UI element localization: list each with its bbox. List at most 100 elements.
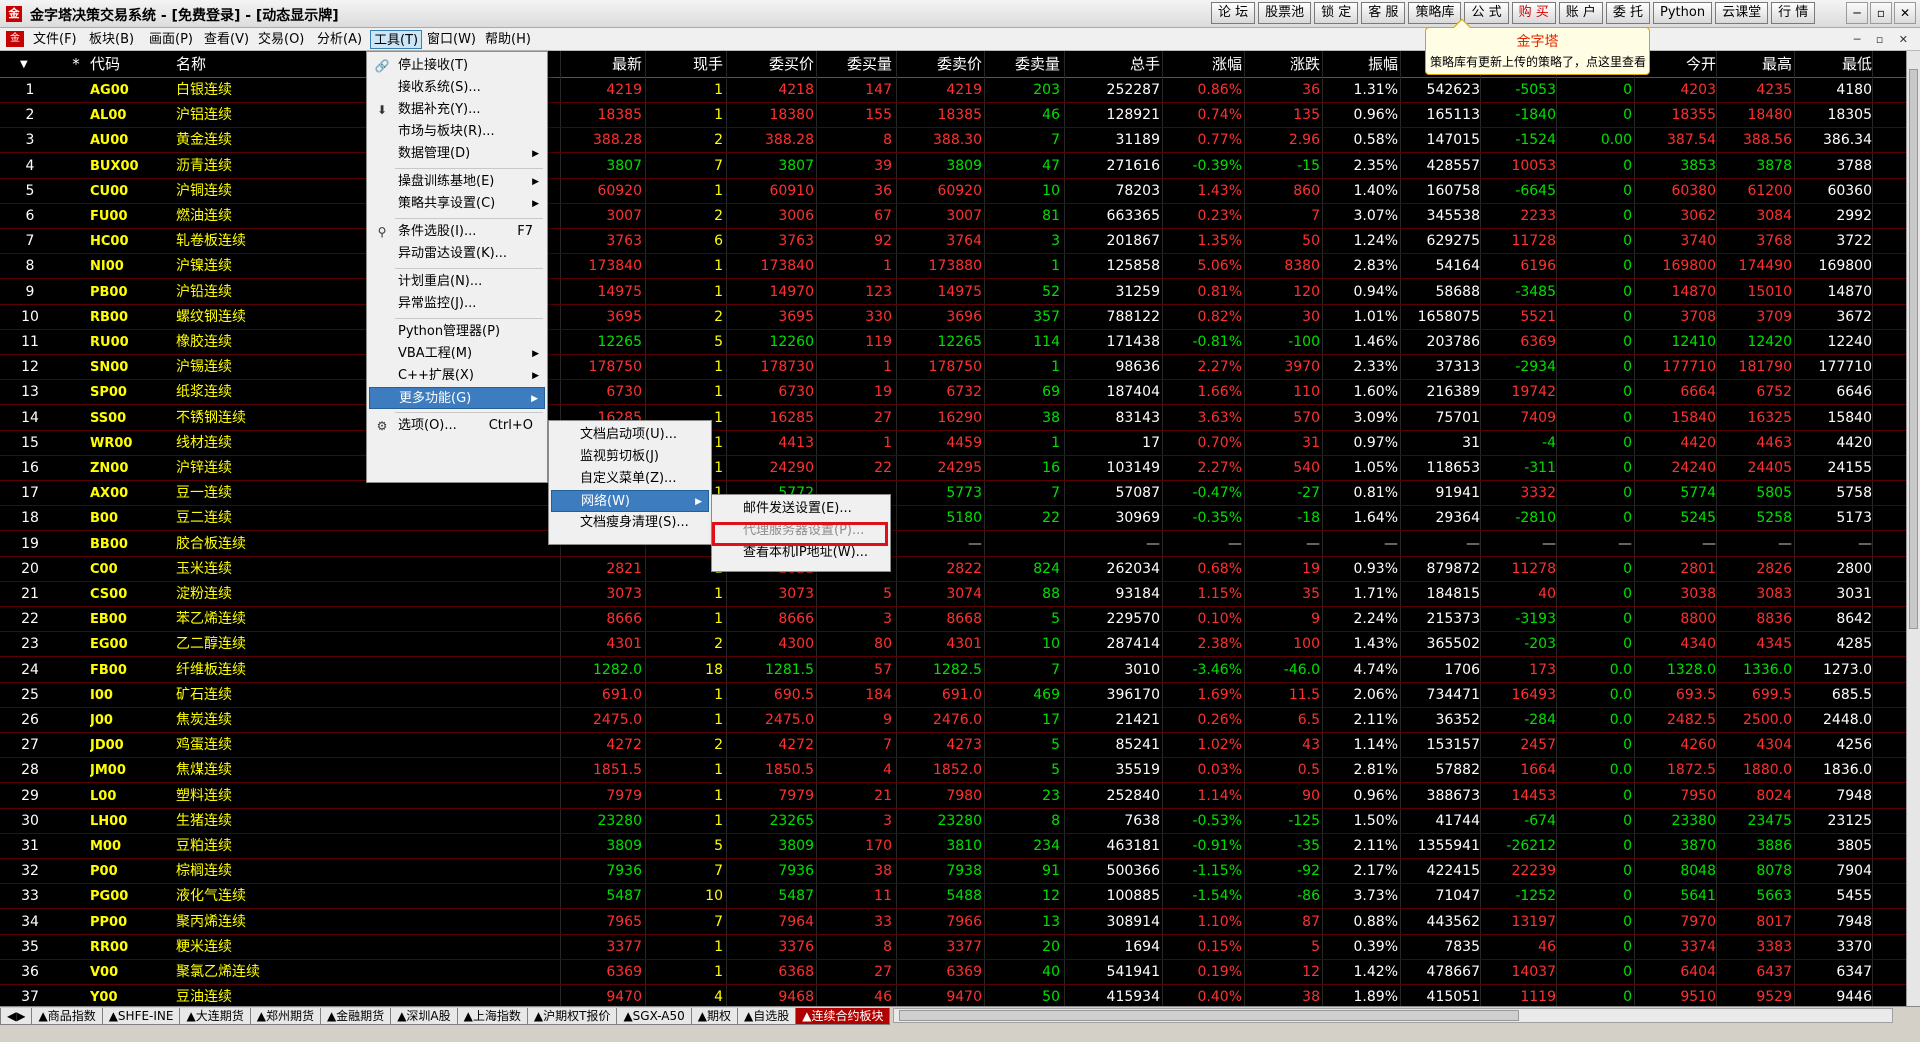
table-row[interactable]: 18B00豆二连续51801518051802230969-0.35%-181.… — [0, 506, 1906, 532]
sort-arrow-icon[interactable]: ▼ — [20, 51, 40, 78]
table-row[interactable]: 34 PP00 聚丙烯连续 7965 7 7964 33 7966 13 308914 1.10% 8… — [0, 910, 1906, 935]
table-row[interactable]: 20C00玉米连续28211282128228242620340.68%190.… — [0, 557, 1906, 582]
tab-nav-arrows[interactable]: ◀▶ — [0, 1007, 33, 1025]
menu-item[interactable]: 文档启动项(U)... — [551, 424, 709, 446]
sheet-tab[interactable]: ▲沪期权T报价 — [526, 1007, 618, 1025]
menu-item[interactable]: 异动雷达设置(K)... — [369, 243, 545, 265]
table-row[interactable]: 36 V00 聚氯乙烯连续 6369 1 6368 27 6369 40 541941 0.19% 1… — [0, 960, 1906, 985]
table-row[interactable]: 5 CU00 沪铜连续 60920 1 60910 36 60920 10 78203 1.43% 8… — [0, 179, 1906, 204]
menu-item[interactable]: 异常监控(J)... — [369, 293, 545, 315]
menu-item[interactable]: 操盘训练基地(E) ▶ — [369, 171, 545, 193]
menu-7[interactable]: 工具(T) — [370, 30, 423, 49]
table-row[interactable]: 10 RB00 螺纹钢连续 3695 2 3695 330 3696 357 788122 0.82… — [0, 305, 1906, 330]
menu-3[interactable]: 画面(P) — [146, 30, 196, 49]
toolbar-button[interactable]: 股票池 — [1258, 2, 1312, 24]
table-row[interactable]: 19BB00胶合板连续————————————— — [0, 532, 1906, 557]
toolbar-button[interactable]: 客 服 — [1361, 2, 1406, 24]
menu-item[interactable]: 条件选股(I)... ⚲ F7 — [369, 221, 545, 243]
close-icon[interactable]: ✕ — [1894, 2, 1916, 24]
sheet-tab[interactable]: ▲郑州期货 — [249, 1007, 321, 1025]
column-header[interactable]: 委卖价 — [896, 51, 982, 78]
table-row[interactable]: 11 RU00 橡胶连续 12265 5 12260 119 12265 114 171438 -0… — [0, 330, 1906, 355]
menu-item[interactable]: 接收系统(S)... — [369, 77, 545, 99]
sheet-tab[interactable]: ▲商品指数 — [31, 1007, 103, 1025]
horizontal-scrollbar[interactable] — [893, 1008, 1893, 1023]
toolbar-button[interactable]: 公 式 — [1464, 2, 1509, 24]
menu-item[interactable]: VBA工程(M) ▶ — [369, 343, 545, 365]
table-row[interactable]: 15WR00线材连续441314413144591170.70%310.97%3… — [0, 431, 1906, 456]
table-row[interactable]: 23 EG00 乙二醇连续 4301 2 4300 80 4301 10 287414 2.38% 1… — [0, 632, 1906, 658]
table-row[interactable]: 26 J00 焦炭连续 2475.0 1 2475.0 9 2476.0 17 21421 0.26… — [0, 708, 1906, 733]
table-row[interactable]: 9 PB00 沪铅连续 14975 1 14970 123 14975 52 31259 0.81%… — [0, 280, 1906, 305]
menu-8[interactable]: 窗口(W) — [424, 30, 479, 49]
minimize-icon[interactable]: ─ — [1846, 2, 1868, 24]
table-row[interactable]: 14 SS00 不锈钢连续 16285 1 16285 27 16290 38 83143 3.63… — [0, 406, 1906, 431]
menu-item[interactable]: 市场与板块(R)... — [369, 121, 545, 143]
menu-item[interactable]: 文档瘦身清理(S)... — [551, 512, 709, 534]
menu-item[interactable]: 监视剪切板(J) — [551, 446, 709, 468]
toolbar-button[interactable]: 策略库 — [1408, 2, 1462, 24]
column-header[interactable]: 最高 — [1716, 51, 1792, 78]
toolbar-button[interactable]: 锁 定 — [1314, 2, 1359, 24]
menu-6[interactable]: 分析(A) — [314, 30, 365, 49]
table-row[interactable]: 6 FU00 燃油连续 3007 2 3006 67 3007 81 663365 0.23% 7 3.… — [0, 204, 1906, 229]
toolbar-button[interactable]: 云课堂 — [1715, 2, 1769, 24]
table-row[interactable]: 17AX00豆一连续5773157725773757087-0.47%-270.… — [0, 481, 1906, 507]
column-header[interactable]: 委买价 — [726, 51, 814, 78]
column-header[interactable]: * — [64, 51, 88, 78]
menu-item[interactable]: 网络(W) ▶ — [551, 490, 709, 512]
table-row[interactable]: 32 P00 棕榈连续 7936 7 7936 38 7938 91 500366 -1.15% -9… — [0, 859, 1906, 885]
column-header[interactable]: 现手 — [645, 51, 723, 78]
sheet-tab[interactable]: ▲大连期货 — [179, 1007, 251, 1025]
sheet-tab[interactable]: ▲连续合约板块 — [795, 1007, 891, 1025]
sheet-tab[interactable]: ▲期权 — [690, 1007, 738, 1025]
menu-4[interactable]: 查看(V) — [201, 30, 252, 49]
sheet-tab[interactable]: ▲SGX-A50 — [616, 1007, 692, 1025]
table-row[interactable]: 35 RR00 粳米连续 3377 1 3376 8 3377 20 1694 0.15% 5 0.39… — [0, 935, 1906, 960]
table-row[interactable]: 24 FB00 纤维板连续 1282.0 18 1281.5 57 1282.5 7 3010 -3… — [0, 658, 1906, 683]
table-row[interactable]: 27 JD00 鸡蛋连续 4272 2 4272 7 4273 5 85241 1.02% 43 1.1… — [0, 733, 1906, 759]
menu-item[interactable]: 停止接收(T) 🔗 — [369, 55, 545, 77]
vertical-scrollbar[interactable] — [1906, 51, 1920, 1006]
menu-item[interactable]: 邮件发送设置(E)... — [714, 498, 888, 520]
table-row[interactable]: 13 SP00 纸浆连续 6730 1 6730 19 6732 69 187404 1.66% 11… — [0, 380, 1906, 406]
menu-1[interactable]: 文件(F) — [30, 30, 80, 49]
column-header[interactable]: 总手 — [1064, 51, 1160, 78]
table-row[interactable]: 25 I00 矿石连续 691.0 1 690.5 184 691.0 469 396170 1.6… — [0, 683, 1906, 708]
menu-item[interactable]: 数据管理(D) ▶ — [369, 143, 545, 165]
table-row[interactable]: 30 LH00 生猪连续 23280 1 23265 3 23280 8 7638 -0.53% -1… — [0, 809, 1906, 834]
table-row[interactable]: 12 SN00 沪锡连续 178750 1 178730 1 178750 1 98636 2.27… — [0, 355, 1906, 381]
menu-5[interactable]: 交易(O) — [255, 30, 307, 49]
mdi-controls[interactable]: ─ ▫ ✕ — [1854, 33, 1914, 46]
table-row[interactable]: 37 Y00 豆油连续 9470 4 9468 46 9470 50 415934 0.40% 38 1… — [0, 985, 1906, 1006]
sheet-tab[interactable]: ▲自选股 — [736, 1007, 797, 1025]
column-header[interactable]: 委买量 — [816, 51, 892, 78]
toolbar-button[interactable]: 行 情 — [1771, 2, 1816, 24]
toolbar-button[interactable]: Python — [1653, 2, 1713, 24]
toolbar-button[interactable]: 委 托 — [1605, 2, 1651, 24]
horizontal-scroll-thumb[interactable] — [899, 1010, 1519, 1021]
maximize-icon[interactable]: ▫ — [1870, 2, 1892, 24]
column-header[interactable]: 委卖量 — [984, 51, 1060, 78]
menu-item[interactable]: 计划重启(N)... — [369, 271, 545, 293]
menu-item[interactable]: 更多功能(G) ▶ — [369, 387, 545, 409]
column-header[interactable]: 最低 — [1794, 51, 1872, 78]
table-row[interactable]: 33 PG00 液化气连续 5487 10 5487 11 5488 12 100885 -1.54… — [0, 884, 1906, 910]
table-row[interactable]: 2 AL00 沪铝连续 18385 1 18380 155 18385 46 128921 0.74… — [0, 103, 1906, 129]
table-row[interactable]: 3 AU00 黄金连续 388.28 2 388.28 8 388.30 7 31189 0.77%… — [0, 128, 1906, 154]
column-header[interactable]: 名称 — [176, 51, 316, 78]
table-row[interactable]: 29 L00 塑料连续 7979 1 7979 21 7980 23 252840 1.14% 90 0… — [0, 784, 1906, 809]
sheet-tab[interactable]: ▲SHFE-INE — [101, 1007, 181, 1025]
toolbar-button[interactable]: 购 买 — [1511, 2, 1556, 24]
table-row[interactable]: 21 CS00 淀粉连续 3073 1 3073 5 3074 88 93184 1.15% 35 1.… — [0, 582, 1906, 607]
toolbar-button[interactable]: 账 户 — [1558, 2, 1603, 24]
table-row[interactable]: 1 AG00 白银连续 4219 1 4218 147 4219 203 252287 0.86% 3… — [0, 78, 1906, 103]
menu-item[interactable]: C++扩展(X) ▶ — [369, 365, 545, 387]
table-row[interactable]: 8 NI00 沪镍连续 173840 1 173840 1 173880 1 125858 5.06… — [0, 254, 1906, 280]
menu-item[interactable]: 选项(O)... ⚙ Ctrl+O — [369, 415, 545, 437]
menu-item[interactable]: 数据补充(Y)... ⬇ — [369, 99, 545, 121]
menu-item[interactable]: 策略共享设置(C) ▶ — [369, 193, 545, 215]
table-row[interactable]: 22 EB00 苯乙烯连续 8666 1 8666 3 8668 5 229570 0.10% 9 2.… — [0, 607, 1906, 633]
menu-2[interactable]: 板块(B) — [86, 30, 137, 49]
column-header[interactable]: 振幅 — [1322, 51, 1398, 78]
